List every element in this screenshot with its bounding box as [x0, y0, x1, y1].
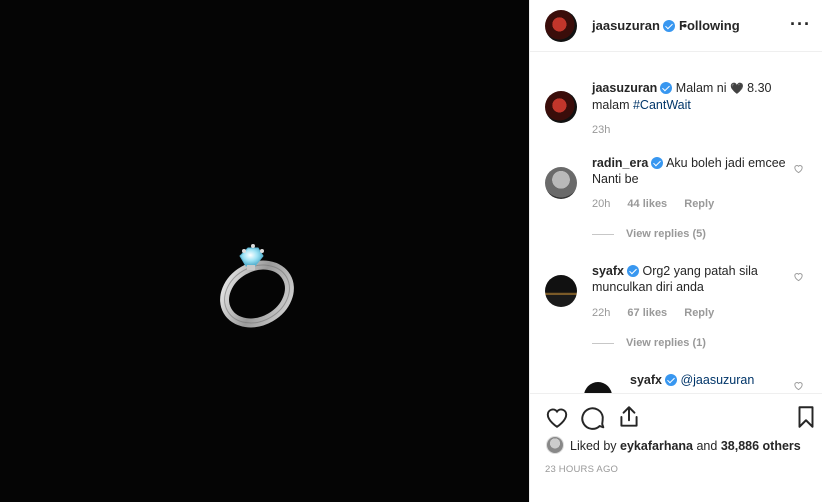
heart-outline-icon[interactable]: [544, 404, 570, 430]
comment-like-icon[interactable]: [793, 271, 804, 282]
liked-by-prefix: Liked by: [570, 439, 621, 453]
comment-meta: 22h 67 likes Reply: [592, 307, 728, 319]
mention-link[interactable]: @jaasuzuran: [680, 373, 754, 387]
reply-button[interactable]: Reply: [684, 198, 714, 210]
verified-badge-icon: [662, 20, 675, 32]
more-options-icon[interactable]: ···: [790, 14, 811, 35]
caption-time[interactable]: 23h: [592, 124, 610, 136]
verified-badge-icon: [664, 374, 677, 386]
author-name-row: jaasuzuran •: [592, 18, 687, 33]
liked-by-user[interactable]: eykafarhana: [620, 439, 693, 453]
post-actions-section: Liked by eykafarhana and 38,886 others 2…: [530, 393, 822, 502]
view-replies-button[interactable]: View replies (5): [626, 228, 706, 240]
post-media[interactable]: [0, 0, 529, 502]
black-heart-icon: 🖤: [729, 83, 744, 95]
author-username[interactable]: jaasuzuran: [592, 18, 660, 33]
caption-meta: 23h: [592, 124, 624, 136]
post-timestamp[interactable]: 23 HOURS AGO: [545, 464, 618, 475]
comment-time[interactable]: 20h: [592, 198, 610, 210]
caption-text: jaasuzuran Malam ni 🖤 8.30 malam #CantWa…: [592, 80, 792, 113]
comment-bubble-icon[interactable]: [580, 404, 606, 430]
comment-item: syafx Org2 yang patah sila munculkan dir…: [592, 263, 792, 295]
comment-likes[interactable]: 44 likes: [627, 198, 667, 210]
liked-by-avatar[interactable]: [546, 436, 564, 454]
view-replies-button[interactable]: View replies (1): [626, 337, 706, 349]
reply-username[interactable]: syafx: [630, 373, 662, 387]
comment-like-icon[interactable]: [793, 163, 804, 174]
comment-username[interactable]: radin_era: [592, 156, 648, 170]
comment-item: radin_era Aku boleh jadi emcee Nanti be: [592, 155, 792, 187]
hashtag-link[interactable]: #CantWait: [633, 98, 691, 112]
comment-avatar[interactable]: [545, 275, 577, 307]
post-side-panel: jaasuzuran • Following ··· jaasuzuran Ma…: [529, 0, 822, 502]
verified-badge-icon: [651, 157, 664, 169]
reply-avatar[interactable]: [584, 382, 612, 393]
comment-meta: 20h 44 likes Reply: [592, 198, 728, 210]
author-avatar[interactable]: [545, 10, 577, 42]
liked-by-and: and: [693, 439, 721, 453]
caption-text-before: Malam ni: [675, 81, 730, 95]
instagram-post-view: jaasuzuran • Following ··· jaasuzuran Ma…: [0, 0, 822, 502]
verified-badge-icon: [626, 265, 639, 277]
share-icon[interactable]: [616, 404, 642, 430]
caption-avatar[interactable]: [545, 91, 577, 123]
liked-by-text: Liked by eykafarhana and 38,886 others: [570, 439, 801, 453]
comment-username[interactable]: syafx: [592, 264, 624, 278]
post-header: jaasuzuran • Following ···: [530, 0, 822, 52]
caption-username[interactable]: jaasuzuran: [592, 81, 657, 95]
reply-button[interactable]: Reply: [684, 307, 714, 319]
bookmark-icon[interactable]: [793, 404, 819, 430]
ring-emoji-image: [220, 244, 294, 328]
comments-list[interactable]: jaasuzuran Malam ni 🖤 8.30 malam #CantWa…: [530, 53, 822, 393]
verified-badge-icon: [660, 82, 673, 94]
liked-by-count[interactable]: 38,886 others: [721, 439, 801, 453]
comment-time[interactable]: 22h: [592, 307, 610, 319]
comment-like-icon[interactable]: [793, 380, 804, 391]
reply-item: syafx @jaasuzuran: [630, 372, 790, 388]
comment-likes[interactable]: 67 likes: [627, 307, 667, 319]
following-button[interactable]: Following: [679, 18, 740, 33]
comment-avatar[interactable]: [545, 167, 577, 199]
